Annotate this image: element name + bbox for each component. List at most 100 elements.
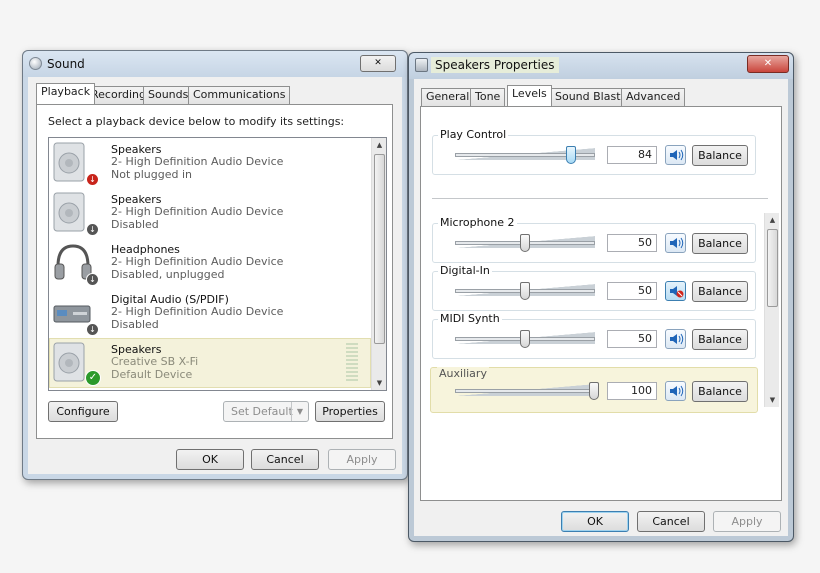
play-control-value[interactable]: 84	[607, 146, 657, 164]
device-status: Disabled	[111, 218, 159, 231]
play-control-slider[interactable]	[566, 146, 576, 164]
sound-close-button[interactable]: ✕	[360, 55, 396, 72]
tab-communications[interactable]: Communications	[188, 86, 291, 104]
ok-label: OK	[587, 515, 603, 528]
device-row[interactable]: ↓ Speakers 2- High Definition Audio Devi…	[49, 138, 371, 188]
device-description: 2- High Definition Audio Device	[111, 255, 284, 268]
device-status: Default Device	[111, 368, 193, 381]
sound-client-area: Playback Recording Sounds Communications…	[28, 77, 402, 474]
speaker-icon	[670, 237, 684, 249]
tab-label: Playback	[41, 85, 91, 98]
playback-instruction: Select a playback device below to modify…	[48, 115, 345, 128]
apply-label: Apply	[346, 453, 378, 466]
channel-microphone-2: Microphone 2 50 Balance	[432, 216, 756, 263]
volume-value[interactable]: 100	[607, 382, 657, 400]
volume-slider[interactable]	[520, 330, 530, 348]
volume-slider[interactable]	[520, 282, 530, 300]
tab-playback[interactable]: Playback	[36, 83, 96, 104]
channel-midi-synth: MIDI Synth 50 Balance	[432, 312, 756, 359]
sound-cancel-button[interactable]: Cancel	[251, 449, 319, 470]
configure-button[interactable]: Configure	[48, 401, 118, 422]
device-description: 2- High Definition Audio Device	[111, 155, 284, 168]
device-status: Disabled, unplugged	[111, 268, 225, 281]
device-list: ↓ Speakers 2- High Definition Audio Devi…	[48, 137, 387, 391]
channel-label: MIDI Synth	[438, 312, 502, 325]
volume-slider[interactable]	[589, 382, 599, 400]
props-window-title: Speakers Properties	[431, 57, 559, 73]
tab-label: Levels	[512, 87, 547, 100]
disabled-icon: ↓	[86, 273, 99, 286]
mute-toggle-button[interactable]	[665, 281, 686, 301]
tab-levels[interactable]: Levels	[507, 85, 552, 106]
cancel-label: Cancel	[652, 515, 690, 528]
props-apply-button: Apply	[713, 511, 781, 532]
default-device-check-icon: ✓	[85, 370, 101, 386]
tab-recording[interactable]: Recording	[86, 86, 152, 104]
balance-button[interactable]: Balance	[692, 281, 748, 302]
scroll-down-arrow[interactable]: ▼	[765, 393, 780, 407]
play-control-group: Play Control 84 Balance	[432, 128, 756, 175]
disabled-icon: ↓	[86, 223, 99, 236]
speakers-properties-dialog: Speakers Properties ✕ General Tone Level…	[408, 52, 794, 542]
props-ok-button[interactable]: OK	[561, 511, 629, 532]
ok-label: OK	[202, 453, 218, 466]
sound-app-icon	[29, 57, 42, 70]
device-row-selected[interactable]: ✓ Speakers Creative SB X-Fi Default Devi…	[49, 338, 371, 388]
props-client-area: General Tone Levels Sound Blaster Advanc…	[414, 79, 788, 536]
balance-button[interactable]: Balance	[692, 145, 748, 166]
props-cancel-button[interactable]: Cancel	[637, 511, 705, 532]
set-default-button: Set Default ▼	[223, 401, 309, 422]
volume-value[interactable]: 50	[607, 234, 657, 252]
device-row[interactable]: ↓ Speakers 2- High Definition Audio Devi…	[49, 188, 371, 238]
mute-toggle-button[interactable]	[665, 381, 686, 401]
balance-button[interactable]: Balance	[692, 233, 748, 254]
sound-titlebar[interactable]: Sound ✕	[23, 51, 407, 77]
apply-label: Apply	[731, 515, 763, 528]
mute-toggle-button[interactable]	[665, 145, 686, 165]
device-row[interactable]: ↓ Headphones 2- High Definition Audio De…	[49, 238, 371, 288]
speaker-icon	[670, 149, 684, 161]
divider	[432, 198, 768, 199]
not-plugged-in-icon: ↓	[86, 173, 99, 186]
scroll-thumb[interactable]	[374, 154, 385, 344]
device-row[interactable]: ↓ Digital Audio (S/PDIF) 2- High Definit…	[49, 288, 371, 338]
balance-label: Balance	[698, 385, 742, 398]
mute-toggle-button[interactable]	[665, 233, 686, 253]
speaker-muted-icon	[670, 286, 684, 298]
tab-general[interactable]: General	[421, 88, 475, 106]
balance-label: Balance	[698, 237, 742, 250]
tab-advanced[interactable]: Advanced	[621, 88, 686, 106]
levels-panel: Play Control 84 Balance Microphone 2 50 …	[420, 106, 782, 501]
dropdown-arrow-icon: ▼	[291, 402, 308, 421]
scroll-up-arrow[interactable]: ▲	[372, 138, 386, 152]
balance-label: Balance	[698, 285, 742, 298]
balance-button[interactable]: Balance	[692, 381, 748, 402]
sound-apply-button: Apply	[328, 449, 396, 470]
set-default-label: Set Default	[231, 405, 293, 418]
props-close-button[interactable]: ✕	[747, 55, 789, 73]
sound-ok-button[interactable]: OK	[176, 449, 244, 470]
scroll-up-arrow[interactable]: ▲	[765, 213, 780, 227]
scroll-down-arrow[interactable]: ▼	[372, 376, 386, 390]
channel-label: Microphone 2	[438, 216, 517, 229]
sound-dialog: Sound ✕ Playback Recording Sounds Commun…	[22, 50, 408, 480]
mute-toggle-button[interactable]	[665, 329, 686, 349]
volume-value[interactable]: 50	[607, 330, 657, 348]
scroll-thumb[interactable]	[767, 229, 778, 307]
tab-sounds[interactable]: Sounds	[143, 86, 194, 104]
props-titlebar[interactable]: Speakers Properties ✕	[409, 53, 793, 79]
channel-list-scrollbar[interactable]: ▲ ▼	[764, 213, 779, 407]
channel-label: Auxiliary	[437, 367, 489, 380]
disabled-icon: ↓	[86, 323, 99, 336]
device-status: Disabled	[111, 318, 159, 331]
properties-label: Properties	[322, 405, 378, 418]
balance-button[interactable]: Balance	[692, 329, 748, 350]
balance-label: Balance	[698, 333, 742, 346]
channel-list: Microphone 2 50 Balance Digital-In 50 Ba…	[421, 213, 781, 413]
volume-value[interactable]: 50	[607, 282, 657, 300]
tab-tone[interactable]: Tone	[470, 88, 506, 106]
properties-button[interactable]: Properties	[315, 401, 385, 422]
device-list-scrollbar[interactable]: ▲ ▼	[371, 138, 386, 390]
playback-panel: Select a playback device below to modify…	[36, 104, 393, 439]
volume-slider[interactable]	[520, 234, 530, 252]
